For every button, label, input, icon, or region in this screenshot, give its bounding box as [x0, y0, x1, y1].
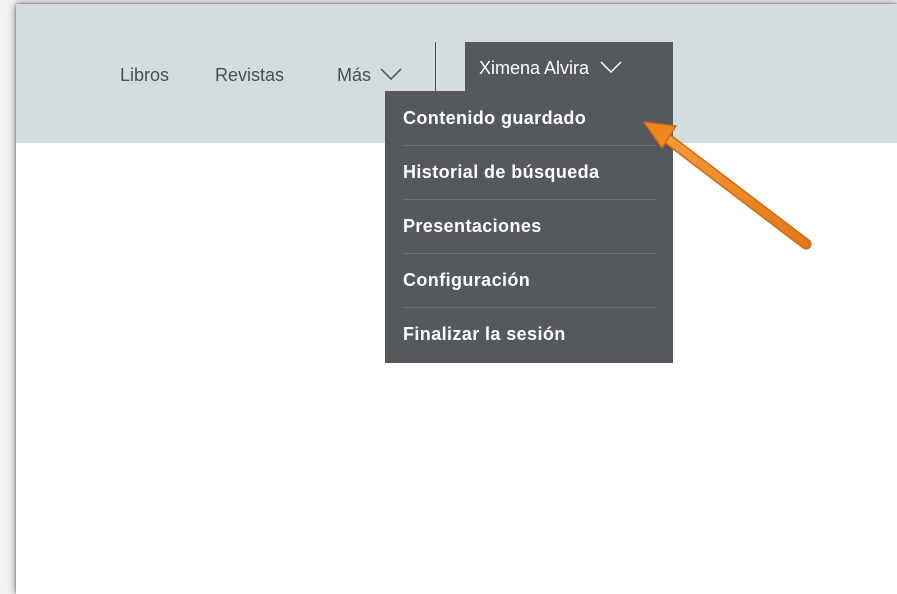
user-menu-button[interactable]: Ximena Alvira: [465, 42, 673, 94]
nav-revistas[interactable]: Revistas: [215, 60, 284, 90]
browser-frame: Libros Revistas Más Ximena Alvira Conten…: [16, 4, 897, 594]
menu-item-finalizar-sesion[interactable]: Finalizar la sesión: [385, 307, 673, 361]
menu-item-historial-de-busqueda[interactable]: Historial de búsqueda: [385, 145, 673, 199]
menu-item-label: Presentaciones: [403, 216, 542, 236]
nav-revistas-label: Revistas: [215, 65, 285, 85]
menu-item-label: Configuración: [403, 270, 531, 290]
user-dropdown-menu: Contenido guardado Historial de búsqueda…: [385, 91, 673, 363]
nav-mas-label: Más: [337, 65, 372, 85]
menu-item-configuracion[interactable]: Configuración: [385, 253, 673, 307]
menu-item-label: Finalizar la sesión: [403, 324, 566, 344]
nav-divider: [435, 42, 436, 92]
menu-item-label: Historial de búsqueda: [403, 162, 600, 182]
nav-libros[interactable]: Libros: [120, 60, 169, 90]
menu-item-label: Contenido guardado: [403, 108, 587, 128]
user-name: Ximena Alvira: [479, 58, 590, 78]
chevron-down-icon: [380, 68, 402, 80]
nav-mas[interactable]: Más: [337, 60, 402, 90]
chevron-down-icon: [600, 61, 622, 73]
nav-libros-label: Libros: [120, 65, 170, 85]
menu-item-contenido-guardado[interactable]: Contenido guardado: [385, 91, 673, 145]
menu-item-presentaciones[interactable]: Presentaciones: [385, 199, 673, 253]
